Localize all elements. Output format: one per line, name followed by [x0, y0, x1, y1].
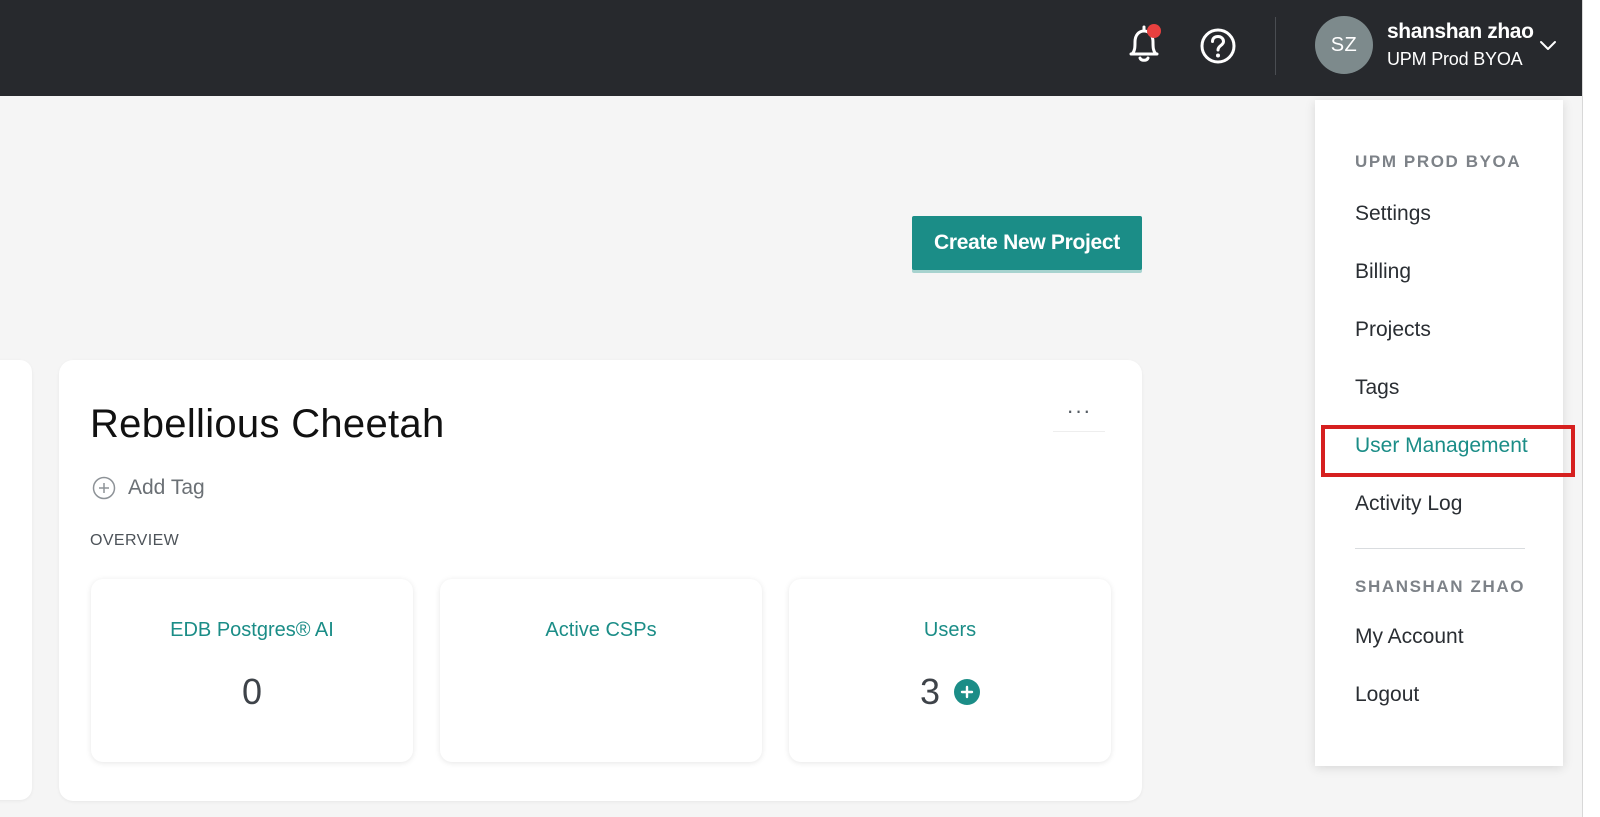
- help-icon: [1200, 28, 1236, 64]
- menu-item-settings[interactable]: Settings: [1355, 202, 1431, 226]
- stat-value: 0: [241, 671, 263, 712]
- stat-card-active-csps[interactable]: Active CSPs: [440, 579, 762, 762]
- user-menu-chevron[interactable]: [1538, 37, 1558, 53]
- add-user-button[interactable]: [954, 679, 981, 705]
- user-name: shanshan zhao: [1387, 20, 1534, 43]
- notification-badge: [1147, 24, 1161, 38]
- menu-item-tags[interactable]: Tags: [1355, 376, 1399, 400]
- notifications-button[interactable]: [1124, 22, 1164, 66]
- stat-value: 3: [919, 671, 941, 712]
- avatar[interactable]: SZ: [1315, 16, 1373, 74]
- add-tag-button[interactable]: Add Tag: [92, 476, 205, 500]
- menu-item-projects[interactable]: Projects: [1355, 318, 1431, 342]
- menu-item-billing[interactable]: Billing: [1355, 260, 1411, 284]
- stat-title: EDB Postgres® AI: [170, 619, 334, 641]
- users-value-row: 3: [789, 671, 1111, 713]
- org-name: UPM Prod BYOA: [1387, 49, 1523, 69]
- menu-item-logout[interactable]: Logout: [1355, 683, 1419, 707]
- project-card: Rebellious Cheetah ··· Add Tag OVERVIEW …: [59, 360, 1142, 801]
- more-options-button[interactable]: ···: [1053, 390, 1105, 432]
- project-title[interactable]: Rebellious Cheetah: [90, 400, 445, 448]
- stat-title: Users: [923, 619, 977, 641]
- create-new-project-button[interactable]: Create New Project: [912, 216, 1142, 270]
- overview-label: OVERVIEW: [90, 532, 180, 549]
- plus-circle-icon: [92, 476, 116, 500]
- stat-card-edb-postgres[interactable]: EDB Postgres® AI 0: [91, 579, 413, 762]
- user-menu-trigger[interactable]: shanshan zhao UPM Prod BYOA: [1387, 19, 1547, 71]
- help-button[interactable]: [1198, 26, 1238, 66]
- menu-divider: [1355, 548, 1525, 549]
- menu-item-my-account[interactable]: My Account: [1355, 625, 1464, 649]
- chevron-down-icon: [1540, 41, 1556, 50]
- menu-item-user-management[interactable]: User Management: [1355, 434, 1528, 458]
- plus-icon: [960, 685, 974, 699]
- menu-item-activity-log[interactable]: Activity Log: [1355, 492, 1462, 516]
- stat-title: Active CSPs: [545, 619, 657, 641]
- menu-heading-user: SHANSHAN ZHAO: [1355, 577, 1526, 596]
- menu-heading-org: UPM PROD BYOA: [1355, 152, 1522, 171]
- top-navigation-bar: SZ shanshan zhao UPM Prod BYOA: [0, 0, 1582, 96]
- stat-card-users[interactable]: Users 3: [789, 579, 1111, 762]
- scrollbar[interactable]: [1582, 0, 1600, 817]
- user-dropdown-menu: UPM PROD BYOA Settings Billing Projects …: [1315, 100, 1563, 766]
- add-tag-label: Add Tag: [128, 476, 205, 499]
- topbar-divider: [1275, 17, 1276, 75]
- previous-project-card[interactable]: [0, 360, 32, 800]
